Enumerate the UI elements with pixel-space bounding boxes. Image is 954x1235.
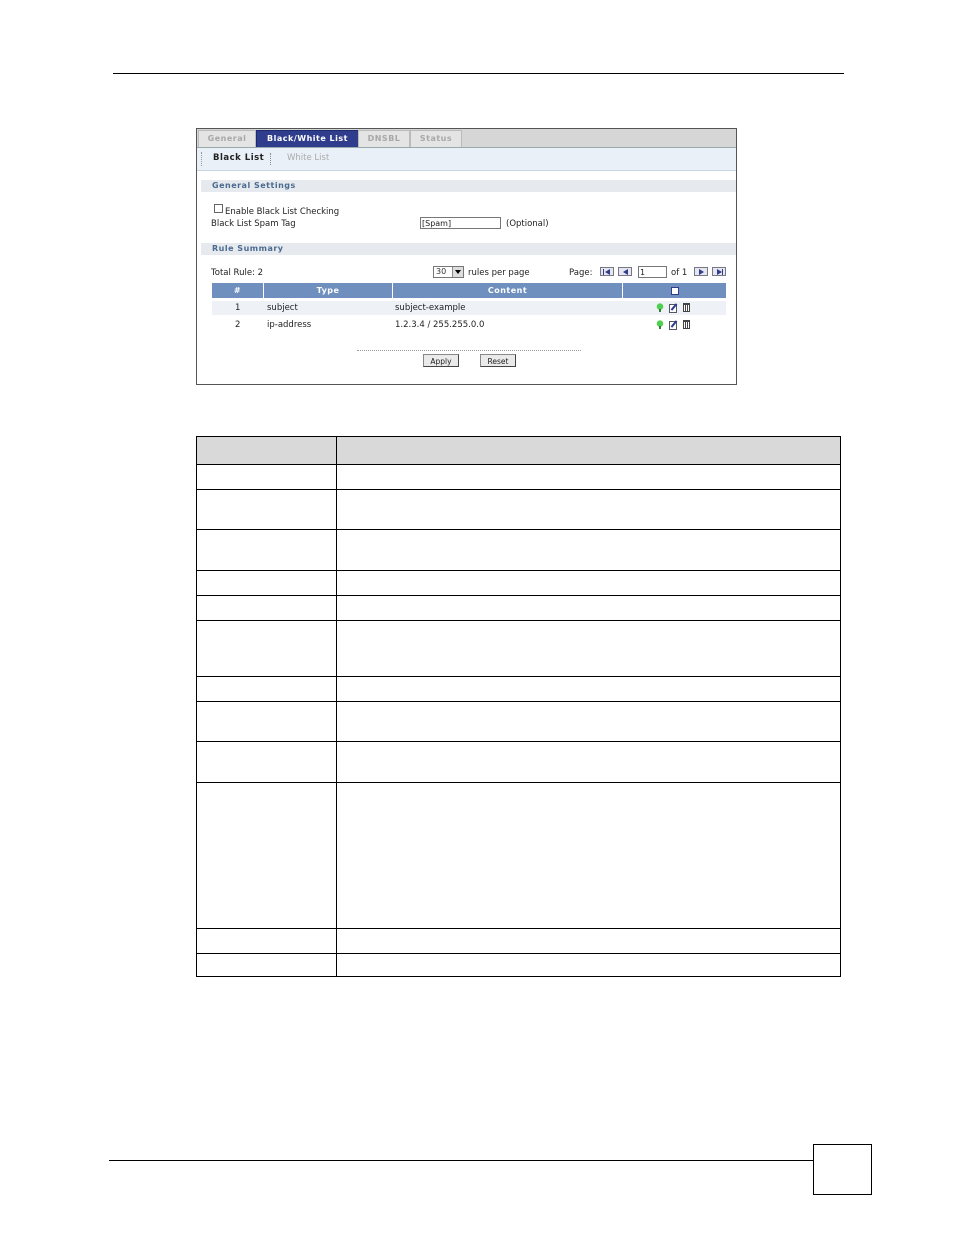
subtab-black-list[interactable]: Black List (213, 153, 264, 163)
table-row-divider (197, 741, 840, 742)
tab-general[interactable]: General (198, 130, 256, 147)
table-row-divider (197, 489, 840, 490)
delete-icon[interactable] (683, 320, 690, 329)
table-row-divider (197, 928, 840, 929)
edit-icon[interactable] (669, 321, 677, 330)
rules-per-page-label: rules per page (468, 268, 530, 278)
col-header-content: Content (393, 283, 623, 298)
table-row: 2 ip-address 1.2.3.4 / 255.255.0.0 (212, 318, 726, 332)
last-page-icon[interactable] (712, 267, 726, 276)
enable-black-list-checkbox[interactable] (214, 204, 223, 213)
table-row: 1 subject subject-example (212, 301, 726, 315)
row-content: 1.2.3.4 / 255.255.0.0 (395, 320, 485, 330)
first-page-icon[interactable] (600, 267, 614, 276)
screenshot-panel: General Black/White List DNSBL Status Bl… (196, 128, 737, 385)
edit-icon[interactable] (669, 304, 677, 313)
tab-status[interactable]: Status (410, 130, 462, 147)
enable-black-list-label: Enable Black List Checking (225, 207, 340, 217)
table-row-divider (197, 953, 840, 954)
col-header-number: # (212, 283, 264, 298)
subtab-separator (270, 153, 271, 165)
row-number: 1 (235, 303, 241, 313)
tab-black-white-list[interactable]: Black/White List (256, 130, 359, 147)
table-row-divider (197, 570, 840, 571)
tab-bar: General Black/White List DNSBL Status (197, 129, 736, 148)
row-number: 2 (235, 320, 241, 330)
apply-button[interactable]: Apply (423, 354, 459, 367)
table-column-divider (336, 437, 337, 976)
chevron-down-icon (452, 267, 463, 277)
page-of-label: of 1 (671, 268, 688, 278)
add-icon[interactable] (671, 287, 679, 295)
subtab-white-list[interactable]: White List (287, 153, 329, 163)
table-row-divider (197, 595, 840, 596)
table-row-divider (197, 620, 840, 621)
row-content: subject-example (395, 303, 466, 313)
page-number-input[interactable]: 1 (638, 266, 667, 278)
delete-icon[interactable] (683, 303, 690, 312)
rules-per-page-select[interactable]: 30 (433, 266, 464, 278)
optional-note: (Optional) (506, 219, 549, 229)
reset-button[interactable]: Reset (480, 354, 516, 367)
active-bulb-icon[interactable] (656, 320, 664, 329)
table-row-divider (197, 782, 840, 783)
spam-tag-label: Black List Spam Tag (211, 219, 296, 229)
active-bulb-icon[interactable] (656, 303, 664, 312)
description-table-header (197, 437, 840, 464)
subtab-bar: Black List White List (197, 148, 736, 171)
table-row-divider (197, 676, 840, 677)
rules-per-page-value: 30 (436, 267, 447, 276)
row-type: subject (267, 303, 298, 313)
button-divider (357, 350, 581, 351)
page-label: Page: (569, 268, 593, 278)
section-general-settings: General Settings (201, 180, 736, 192)
section-rule-summary: Rule Summary (201, 243, 736, 255)
total-rule-count: Total Rule: 2 (211, 268, 264, 278)
table-row-divider (197, 701, 840, 702)
col-header-type: Type (264, 283, 393, 298)
next-page-icon[interactable] (694, 267, 708, 276)
row-type: ip-address (267, 320, 312, 330)
header-rule (113, 73, 844, 74)
table-row-divider (197, 464, 840, 465)
subtab-marker (201, 152, 202, 166)
prev-page-icon[interactable] (618, 267, 632, 276)
tab-dnsbl[interactable]: DNSBL (358, 130, 410, 147)
description-table (196, 436, 841, 977)
spam-tag-input[interactable]: [Spam] (420, 217, 501, 229)
page-number-box (813, 1144, 872, 1195)
table-row-divider (197, 529, 840, 530)
footer-rule (109, 1160, 814, 1161)
col-header-actions (623, 283, 726, 298)
